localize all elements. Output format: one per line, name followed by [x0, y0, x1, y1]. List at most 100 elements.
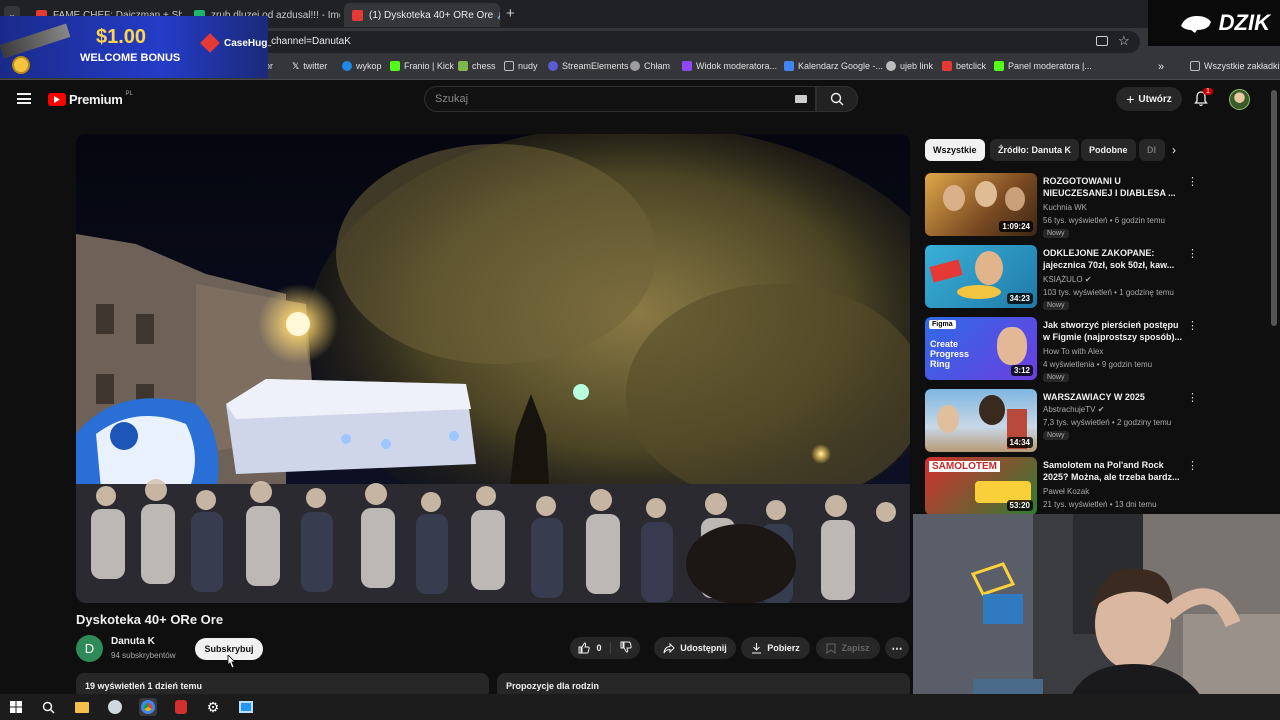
create-button[interactable]: + Utwórz [1116, 87, 1182, 111]
filter-chip-similar[interactable]: Podobne [1081, 139, 1136, 161]
channel-name-link[interactable]: Danuta K [111, 636, 155, 647]
bookmark-kick-mod[interactable]: Panel moderatora |... [994, 61, 1092, 71]
video-thumbnail[interactable]: 14:34 [925, 389, 1037, 452]
more-options-icon[interactable]: ⋮ [1187, 319, 1198, 332]
more-options-icon[interactable]: ⋮ [1187, 247, 1198, 260]
dislike-button[interactable] [616, 641, 632, 655]
share-button[interactable]: Udostępnij [654, 637, 736, 659]
recommendation-item[interactable]: 14:34 WARSZAWIACY W 2025 AbstrachujeTV ✔… [925, 389, 1270, 453]
twitch-icon [682, 61, 692, 71]
thumbs-up-icon [578, 642, 591, 654]
keyboard-icon[interactable] [795, 95, 807, 103]
youtube-logo[interactable]: Premium PL [48, 90, 133, 107]
file-explorer-icon[interactable] [73, 698, 91, 716]
tab-title: (1) Dyskoteka 40+ ORe Ore [369, 9, 494, 21]
video-thumbnail[interactable]: 34:23 [925, 245, 1037, 308]
like-button[interactable]: 0 [578, 642, 611, 654]
search-icon[interactable] [39, 698, 57, 716]
more-actions-button[interactable]: ⋯ [885, 637, 909, 659]
casehug-promo-banner[interactable]: $1.00 WELCOME BONUS CaseHug [0, 16, 268, 78]
betclick-icon [942, 61, 952, 71]
bookmark-wykop[interactable]: wykop [342, 61, 382, 71]
thumbnail-caption: SAMOLOTEM [929, 461, 1000, 472]
more-options-icon[interactable]: ⋮ [1187, 459, 1198, 472]
filter-chip-all[interactable]: Wszystkie [925, 139, 985, 161]
new-tab-button[interactable]: + [506, 5, 515, 22]
filter-chip-source[interactable]: Źródło: Danuta K [990, 139, 1079, 161]
bookmark-star-icon[interactable]: ☆ [1118, 33, 1130, 49]
video-frame-night-crowd [76, 134, 910, 603]
notifications-button[interactable]: 1 [1193, 88, 1213, 112]
page-scrollbar[interactable] [1271, 90, 1277, 326]
download-button[interactable]: Pobierz [741, 637, 810, 659]
bookmark-chlam[interactable]: Chłam [630, 61, 670, 71]
bookmark-twitter[interactable]: 𝕏twitter [292, 61, 327, 71]
bookmark-ujeb-link[interactable]: ujeb link [886, 61, 933, 71]
hamburger-menu-icon[interactable] [17, 93, 31, 104]
mouse-cursor-icon [226, 654, 236, 674]
search-input[interactable]: Szukaj [424, 86, 816, 112]
all-bookmarks-folder[interactable]: Wszystkie zakładki [1190, 61, 1280, 71]
windows-taskbar: ⚙ [0, 694, 1280, 720]
chrome-icon[interactable] [139, 698, 157, 716]
knife-graphic-icon [0, 23, 71, 59]
folder-icon [1190, 61, 1200, 71]
recommendation-meta: 4 wyświetlenia • 9 godzin temu [1043, 360, 1153, 369]
recommendation-meta: 103 tys. wyświetleń • 1 godzinę temu [1043, 288, 1174, 297]
settings-gear-icon[interactable]: ⚙ [204, 698, 222, 716]
verified-check-icon: ✔ [1097, 405, 1105, 414]
casehug-logo-icon [200, 33, 220, 53]
video-thumbnail[interactable]: 1:09:24 [925, 173, 1037, 236]
red-app-icon[interactable] [172, 698, 190, 716]
chevron-right-icon[interactable]: › [1172, 143, 1176, 157]
recommendation-channel: Kuchnia WK [1043, 203, 1088, 212]
new-badge: Nowy [1043, 431, 1069, 440]
search-button[interactable] [816, 86, 858, 112]
recommendation-item[interactable]: 34:23 ODKLEJONE ZAKOPANE: jajecznica 70z… [925, 245, 1270, 310]
bookmark-folder-nudy[interactable]: nudy [504, 61, 538, 71]
video-player[interactable] [76, 134, 910, 603]
audio-playing-icon[interactable]: 🔊 [497, 10, 500, 21]
recommendation-item[interactable]: 1:09:24 ROZGOTOWANI U NIEUCZESANEJ I DIA… [925, 173, 1270, 238]
channel-avatar[interactable]: D [76, 635, 103, 662]
more-bookmarks-chevron-icon[interactable]: » [1158, 61, 1164, 73]
bookmark-chess[interactable]: chess [458, 61, 496, 71]
bookmark-google-calendar[interactable]: Kalendarz Google -... [784, 61, 883, 71]
window-app-icon[interactable] [237, 698, 255, 716]
wykop-icon [342, 61, 352, 71]
bookmark-streamelements[interactable]: StreamElements [548, 61, 629, 71]
more-options-icon[interactable]: ⋮ [1187, 391, 1198, 404]
recommendation-item[interactable]: SAMOLOTEM 53:20 Samolotem na Pol'and Roc… [925, 457, 1270, 521]
save-playlist-icon [826, 643, 836, 654]
bookmark-kick[interactable]: Franio | Kick [390, 61, 454, 71]
recommendation-title: WARSZAWIACY W 2025 [1043, 392, 1145, 402]
chess-pawn-icon [458, 61, 468, 71]
recommendation-channel: Paweł Kozak [1043, 487, 1090, 496]
logo-country-code: PL [125, 90, 133, 97]
plus-icon: + [1126, 91, 1135, 107]
browser-tab-3-active[interactable]: (1) Dyskoteka 40+ ORe Ore 🔊 ✕ [344, 3, 500, 27]
app-icon[interactable] [106, 698, 124, 716]
account-avatar[interactable] [1229, 89, 1250, 110]
recommendation-channel: AbstrachujeTV ✔ [1043, 405, 1105, 414]
recommendation-item[interactable]: Figma Create Progress Ring 3:12 Jak stwo… [925, 317, 1270, 382]
streamelements-icon [548, 61, 558, 71]
windows-start-icon[interactable] [7, 698, 25, 716]
new-badge: Nowy [1043, 229, 1069, 238]
duration-badge: 53:20 [1006, 500, 1033, 511]
save-button[interactable]: Zapisz [816, 637, 880, 659]
duration-badge: 34:23 [1006, 293, 1033, 304]
video-thumbnail[interactable]: SAMOLOTEM 53:20 [925, 457, 1037, 515]
recommendation-title: Jak stworzyć pierścień postępu w Figmie … [1043, 320, 1183, 342]
streamer-logo: DZIK [1148, 0, 1280, 46]
address-bar[interactable]: b_channel=DanutaK [250, 31, 1140, 53]
bookmark-betclick[interactable]: betclick [942, 61, 986, 71]
bookmark-twitch-mod[interactable]: Widok moderatora... [682, 61, 777, 71]
more-options-icon[interactable]: ⋮ [1187, 175, 1198, 188]
filter-chip-more[interactable]: Dl [1139, 139, 1165, 161]
recommendation-title: ODKLEJONE ZAKOPANE: jajecznica 70zł, sok… [1043, 248, 1175, 270]
video-thumbnail[interactable]: Figma Create Progress Ring 3:12 [925, 317, 1037, 380]
install-app-icon[interactable] [1096, 36, 1108, 46]
share-arrow-icon [663, 642, 675, 653]
duration-badge: 14:34 [1006, 437, 1033, 448]
